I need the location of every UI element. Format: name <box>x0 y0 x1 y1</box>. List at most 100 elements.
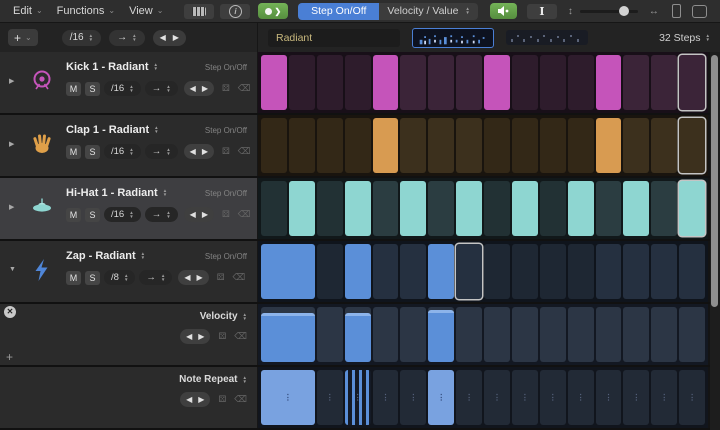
step-cell-clap-14[interactable] <box>623 118 649 173</box>
step-cell-zap-14[interactable] <box>623 244 649 299</box>
pattern-rate-stepper[interactable]: /16 <box>62 30 101 46</box>
mute-button[interactable]: M <box>66 82 81 96</box>
random-icon[interactable]: ⚄ <box>218 394 226 405</box>
step-cell-hihat-7[interactable] <box>428 181 454 236</box>
step-cell-clap-16[interactable] <box>679 118 705 173</box>
step-cell-clap-1[interactable] <box>261 118 287 173</box>
erase-icon[interactable]: ⌫ <box>234 331 247 342</box>
disclosure-triangle-icon[interactable]: ▶ <box>9 140 14 148</box>
velocity-cell-11[interactable] <box>540 307 566 362</box>
step-cell-zap-1[interactable] <box>261 244 315 299</box>
step-cell-kick-9[interactable] <box>484 55 510 110</box>
step-cell-hihat-9[interactable] <box>484 181 510 236</box>
rotate-left-icon[interactable]: ◀ <box>190 84 196 93</box>
step-cell-kick-8[interactable] <box>456 55 482 110</box>
step-cell-hihat-5[interactable] <box>373 181 399 236</box>
note-repeat-cell-1[interactable]: ⋮ <box>261 370 315 425</box>
step-cell-clap-12[interactable] <box>568 118 594 173</box>
step-cell-clap-11[interactable] <box>540 118 566 173</box>
step-cell-kick-2[interactable] <box>289 55 315 110</box>
step-cell-zap-5[interactable] <box>373 244 399 299</box>
step-cell-hihat-14[interactable] <box>623 181 649 236</box>
step-cell-zap-16[interactable] <box>679 244 705 299</box>
step-cell-zap-10[interactable] <box>512 244 538 299</box>
note-repeat-cell-12[interactable]: ⋮ <box>568 370 594 425</box>
step-cell-zap-7[interactable] <box>428 244 454 299</box>
step-cell-kick-16[interactable] <box>679 55 705 110</box>
solo-button[interactable]: S <box>85 82 100 96</box>
rotate-right-icon[interactable]: ▶ <box>202 84 208 93</box>
step-cell-clap-7[interactable] <box>428 118 454 173</box>
step-preview-button[interactable] <box>490 3 517 19</box>
step-cell-zap-8[interactable] <box>456 244 482 299</box>
step-cell-hihat-11[interactable] <box>540 181 566 236</box>
note-repeat-cell-14[interactable]: ⋮ <box>623 370 649 425</box>
rotate-left-icon[interactable]: ◀ <box>190 147 196 156</box>
pattern-name-field[interactable]: Radiant <box>268 29 400 47</box>
velocity-cell-6[interactable] <box>400 307 426 362</box>
step-cell-kick-13[interactable] <box>596 55 622 110</box>
track-name[interactable]: Zap - Radiant <box>66 250 136 262</box>
step-cell-hihat-12[interactable] <box>568 181 594 236</box>
step-cell-zap-9[interactable] <box>484 244 510 299</box>
menu-functions[interactable]: Functions ⌄ <box>52 5 124 17</box>
disclosure-triangle-icon[interactable]: ▶ <box>9 77 14 85</box>
track-header-clap[interactable]: ▶ Clap 1 - Radiant Step On/Off M S <box>0 115 258 176</box>
step-cell-zap-6[interactable] <box>400 244 426 299</box>
velocity-cell-1[interactable] <box>261 307 315 362</box>
musical-typing-button[interactable] <box>184 4 214 19</box>
step-cell-kick-10[interactable] <box>512 55 538 110</box>
mute-button[interactable]: M <box>66 208 81 222</box>
step-cell-hihat-8[interactable] <box>456 181 482 236</box>
track-direction-stepper[interactable]: → <box>145 81 178 96</box>
add-subrow-button[interactable]: + <box>6 350 13 364</box>
edit-mode-step-on-off[interactable]: Step On/Off <box>298 3 379 20</box>
note-repeat-cell-3[interactable]: ⋮ <box>317 370 343 425</box>
track-name[interactable]: Hi-Hat 1 - Radiant <box>66 187 158 199</box>
track-header-zap[interactable]: ▼ Zap - Radiant Step On/Off M S /8 → <box>0 241 258 302</box>
note-repeat-cell-7[interactable]: ⋮ <box>428 370 454 425</box>
step-cell-hihat-15[interactable] <box>651 181 677 236</box>
note-repeat-cell-8[interactable]: ⋮ <box>456 370 482 425</box>
step-cell-hihat-1[interactable] <box>261 181 287 236</box>
pattern-length-stepper[interactable]: 32 Steps <box>659 32 710 44</box>
velocity-cell-9[interactable] <box>484 307 510 362</box>
step-cell-kick-4[interactable] <box>345 55 371 110</box>
erase-icon[interactable]: ⌫ <box>233 272 246 283</box>
add-row-button[interactable]: + ⌄ <box>8 29 38 46</box>
step-cell-clap-5[interactable] <box>373 118 399 173</box>
frame-view-icon[interactable] <box>692 5 707 18</box>
step-cell-kick-6[interactable] <box>400 55 426 110</box>
subrow-label[interactable]: Velocity <box>200 311 238 322</box>
track-name[interactable]: Kick 1 - Radiant <box>66 61 149 73</box>
note-repeat-cell-5[interactable]: ⋮ <box>373 370 399 425</box>
random-icon[interactable]: ⚄ <box>222 83 230 94</box>
track-header-hihat[interactable]: ▶ Hi-Hat 1 - Radiant Step On/Off M S /16 <box>0 178 258 239</box>
erase-icon[interactable]: ⌫ <box>238 146 251 157</box>
step-cell-hihat-6[interactable] <box>400 181 426 236</box>
note-repeat-cell-16[interactable]: ⋮ <box>679 370 705 425</box>
solo-button[interactable]: S <box>85 208 100 222</box>
velocity-cell-12[interactable] <box>568 307 594 362</box>
velocity-bar-1[interactable] <box>261 313 315 363</box>
velocity-cell-14[interactable] <box>623 307 649 362</box>
velocity-cell-7[interactable] <box>428 307 454 362</box>
rotate-left-icon[interactable]: ◀ <box>186 395 192 404</box>
menu-view[interactable]: View ⌄ <box>124 5 172 17</box>
pattern-page-2-preview[interactable] <box>506 30 588 45</box>
step-cell-hihat-10[interactable] <box>512 181 538 236</box>
subrow-header-velocity[interactable]: ✕ Velocity ◀ ▶ ⚄ ⌫ + <box>0 304 258 365</box>
velocity-bar-7[interactable] <box>428 310 454 362</box>
step-cell-clap-4[interactable] <box>345 118 371 173</box>
note-repeat-cell-6[interactable]: ⋮ <box>400 370 426 425</box>
slider-thumb[interactable] <box>619 6 629 16</box>
step-cell-hihat-3[interactable] <box>317 181 343 236</box>
pattern-direction-stepper[interactable]: → <box>109 30 144 46</box>
note-repeat-cell-15[interactable]: ⋮ <box>651 370 677 425</box>
velocity-cell-16[interactable] <box>679 307 705 362</box>
track-direction-stepper[interactable]: → <box>145 207 178 222</box>
velocity-cell-4[interactable] <box>345 307 371 362</box>
cell-view-icon[interactable] <box>672 4 681 18</box>
step-cell-zap-4[interactable] <box>345 244 371 299</box>
velocity-cell-15[interactable] <box>651 307 677 362</box>
